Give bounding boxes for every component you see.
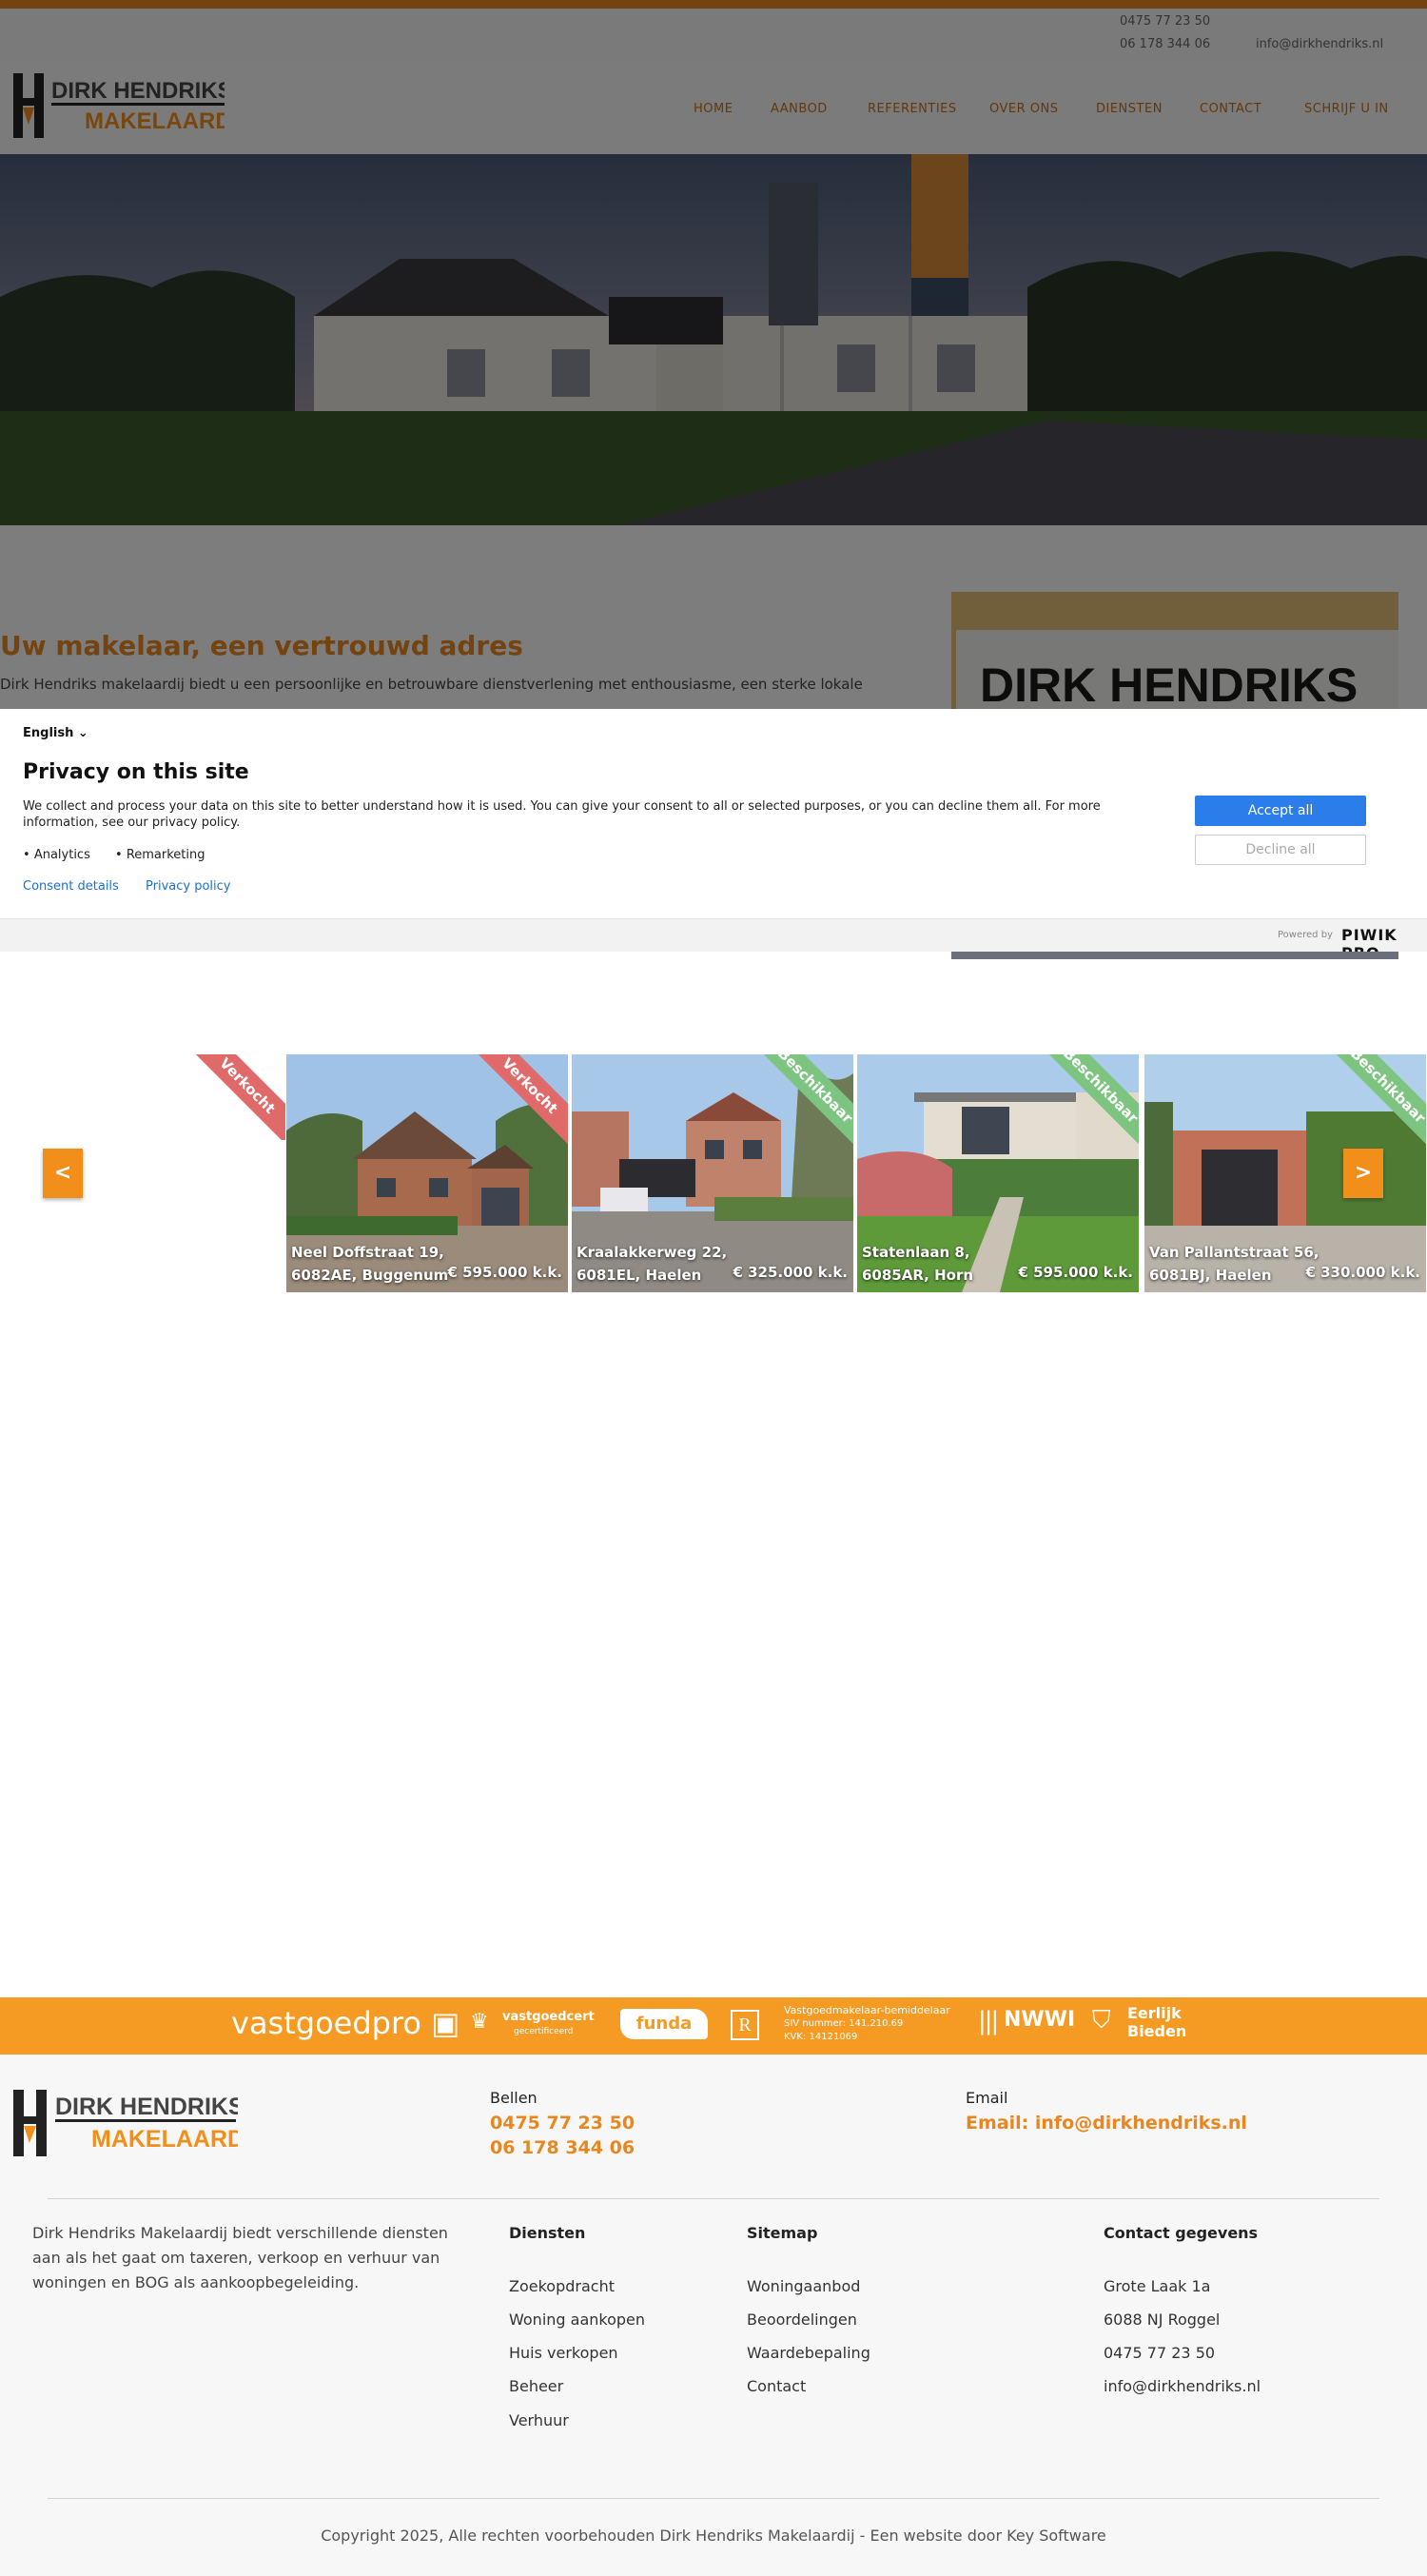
vastgoedpro-icon: ▣ bbox=[431, 2005, 460, 2041]
listing-card[interactable]: Verkocht Neel Doffstraat 19, 6082AE, Bugg… bbox=[286, 1054, 568, 1292]
listings-slider: Verkocht Neel Doffstraat 19, 6082AE, Bugg… bbox=[0, 1054, 1427, 1292]
listing-price: € 595.000 k.k. bbox=[1018, 1264, 1133, 1281]
copyright-text: Copyright 2025, Alle rechten voorbehoude… bbox=[321, 2527, 1106, 2545]
email-label: Email bbox=[966, 2089, 1008, 2107]
listing-card[interactable]: Beschikbaar Statenlaan 8, 6085AR, Horn € … bbox=[857, 1054, 1139, 1292]
listing-street: Neel Doffstraat 19, bbox=[291, 1244, 444, 1261]
bars-icon: ||| bbox=[978, 2007, 999, 2035]
footer-link-beheer[interactable]: Beheer bbox=[509, 2377, 563, 2395]
sitemap-heading: Sitemap bbox=[747, 2224, 818, 2242]
funda-logo[interactable]: funda bbox=[620, 2009, 708, 2039]
footer-link-verhuur[interactable]: Verhuur bbox=[509, 2411, 569, 2429]
footer-divider bbox=[48, 2198, 1379, 2199]
language-label: English bbox=[23, 726, 74, 740]
footer-link-woning-aankopen[interactable]: Woning aankopen bbox=[509, 2311, 645, 2329]
listing-street: Kraalakkerweg 22, bbox=[577, 1244, 728, 1261]
partners-bar: vastgoedpro ▣ ♛ vastgoedcert gecertifice… bbox=[0, 1997, 1427, 2055]
gavel-icon: ⛉ bbox=[1092, 2006, 1111, 2035]
purpose-remarketing: • Remarketing bbox=[115, 848, 205, 862]
powered-by-label: Powered by bbox=[1278, 930, 1333, 940]
site-footer: DIRK HENDRIKS MAKELAARDIJ Bellen 0475 77… bbox=[0, 2055, 1427, 2576]
language-selector[interactable]: English ⌄ bbox=[23, 726, 88, 740]
listing-address: Kraalakkerweg 22, 6081EL, Haelen bbox=[577, 1241, 727, 1287]
eerlijk-bieden-line1[interactable]: Eerlijk bbox=[1127, 2004, 1182, 2022]
listing-address: Neel Doffstraat 19, 6082AE, Buggenum bbox=[291, 1241, 448, 1287]
footer-phone-2[interactable]: 06 178 344 06 bbox=[490, 2137, 635, 2158]
listing-card[interactable]: Beschikbaar Van Pallantstraat 56, 6081BJ,… bbox=[1144, 1054, 1426, 1292]
contact-postcode: 6088 NJ Roggel bbox=[1104, 2311, 1221, 2329]
footer-logo[interactable]: DIRK HENDRIKS MAKELAARDIJ bbox=[13, 2086, 238, 2160]
privacy-consent-banner: English ⌄ Privacy on this site We collec… bbox=[0, 709, 1427, 918]
footer-link-contact[interactable]: Contact bbox=[747, 2377, 806, 2395]
bemiddelaar-line1: Vastgoedmakelaar-bemiddelaar bbox=[784, 2004, 950, 2016]
consent-details-link[interactable]: Consent details bbox=[23, 879, 119, 894]
listing-address: Statenlaan 8, 6085AR, Horn bbox=[862, 1241, 973, 1287]
footer-link-beoordelingen[interactable]: Beoordelingen bbox=[747, 2311, 857, 2329]
contact-heading: Contact gegevens bbox=[1104, 2224, 1259, 2242]
footer-email[interactable]: Email: info@dirkhendriks.nl bbox=[966, 2113, 1247, 2134]
consent-title: Privacy on this site bbox=[23, 760, 249, 784]
bellen-label: Bellen bbox=[490, 2089, 538, 2107]
listing-price: € 595.000 k.k. bbox=[447, 1264, 562, 1281]
team-photo-partial bbox=[951, 952, 1398, 959]
nwwi-logo[interactable]: NWWI bbox=[1004, 2008, 1075, 2032]
listing-price: € 330.000 k.k. bbox=[1305, 1264, 1420, 1281]
vastgoedpro-logo[interactable]: vastgoedpro ▣ bbox=[231, 2005, 459, 2041]
bemiddelaar-line2: SIV nummer: 141.210.69 bbox=[784, 2018, 904, 2029]
consent-description: We collect and process your data on this… bbox=[23, 799, 1101, 830]
vastgoedpro-text: vastgoedpro bbox=[231, 2005, 421, 2041]
powered-by-bar: Powered by PIWIK PRO bbox=[0, 918, 1427, 962]
listing-price: € 325.000 k.k. bbox=[733, 1264, 848, 1281]
slider-next-button[interactable]: > bbox=[1343, 1149, 1383, 1198]
purpose-remarketing-label: Remarketing bbox=[126, 848, 205, 862]
purpose-analytics: • Analytics bbox=[23, 848, 90, 862]
accept-all-button[interactable]: Accept all bbox=[1195, 796, 1366, 826]
svg-text:DIRK HENDRIKS: DIRK HENDRIKS bbox=[55, 2094, 238, 2120]
svg-text:MAKELAARDIJ: MAKELAARDIJ bbox=[91, 2126, 238, 2153]
decline-all-button[interactable]: Decline all bbox=[1195, 835, 1366, 865]
listing-city: 6085AR, Horn bbox=[862, 1267, 974, 1284]
listing-city: 6081BJ, Haelen bbox=[1149, 1267, 1272, 1284]
contact-email[interactable]: info@dirkhendriks.nl bbox=[1104, 2377, 1261, 2395]
eerlijk-bieden-line2[interactable]: Bieden bbox=[1127, 2022, 1186, 2040]
purpose-analytics-label: Analytics bbox=[33, 848, 90, 862]
contact-street: Grote Laak 1a bbox=[1104, 2277, 1211, 2295]
privacy-policy-link[interactable]: Privacy policy bbox=[146, 879, 230, 894]
vastgoedcert-sub: gecertificeerd bbox=[514, 2027, 574, 2036]
modal-backdrop[interactable] bbox=[0, 0, 1427, 709]
bemiddelaar-line3: KVK: 14121069 bbox=[784, 2032, 858, 2042]
register-logo[interactable]: R bbox=[731, 2010, 759, 2040]
footer-phone-1[interactable]: 0475 77 23 50 bbox=[490, 2113, 635, 2134]
footer-link-zoekopdracht[interactable]: Zoekopdracht bbox=[509, 2277, 615, 2295]
footer-link-woningaanbod[interactable]: Woningaanbod bbox=[747, 2277, 860, 2295]
listing-city: 6082AE, Buggenum bbox=[291, 1267, 449, 1284]
chevron-down-icon: ⌄ bbox=[77, 726, 88, 740]
crown-icon: ♛ bbox=[470, 2010, 489, 2034]
listing-card[interactable]: Beschikbaar Kraalakkerweg 22, 6081EL, Hae… bbox=[572, 1054, 853, 1292]
listing-city: 6081EL, Haelen bbox=[577, 1267, 702, 1284]
vastgoedcert-logo[interactable]: vastgoedcert bbox=[502, 2010, 595, 2024]
contact-phone[interactable]: 0475 77 23 50 bbox=[1104, 2344, 1215, 2362]
footer-about: Dirk Hendriks Makelaardij biedt verschil… bbox=[32, 2224, 448, 2291]
footer-link-waardebepaling[interactable]: Waardebepaling bbox=[747, 2344, 870, 2362]
listing-street: Van Pallantstraat 56, bbox=[1149, 1244, 1319, 1261]
listing-address: Van Pallantstraat 56, 6081BJ, Haelen bbox=[1149, 1241, 1319, 1287]
diensten-heading: Diensten bbox=[509, 2224, 586, 2242]
listing-street: Statenlaan 8, bbox=[862, 1244, 970, 1261]
slider-prev-button[interactable]: < bbox=[43, 1149, 83, 1198]
footer-divider-bottom bbox=[48, 2498, 1379, 2499]
footer-link-huis-verkopen[interactable]: Huis verkopen bbox=[509, 2344, 618, 2362]
